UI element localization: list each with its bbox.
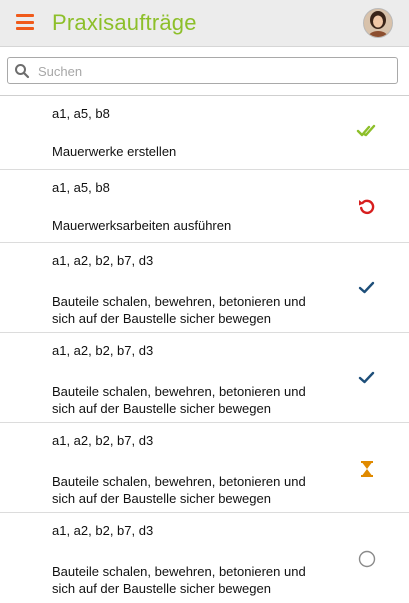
empty-circle-icon	[356, 548, 378, 570]
item-codes: a1, a2, b2, b7, d3	[52, 253, 154, 268]
list-item[interactable]: a1, a2, b2, b7, d3 Bauteile schalen, bew…	[0, 423, 409, 513]
item-codes: a1, a2, b2, b7, d3	[52, 523, 154, 538]
item-codes: a1, a2, b2, b7, d3	[52, 343, 154, 358]
item-codes: a1, a5, b8	[52, 180, 110, 195]
item-title: Bauteile schalen, bewehren, betonieren u…	[52, 384, 306, 416]
item-codes: a1, a5, b8	[52, 106, 110, 121]
item-title: Mauerwerksarbeiten ausführen	[52, 218, 232, 233]
page-title: Praxisaufträge	[52, 10, 197, 35]
app-bar: Praxisaufträge	[0, 0, 409, 47]
user-avatar[interactable]	[363, 8, 393, 38]
check-icon	[356, 367, 378, 389]
item-title: Bauteile schalen, bewehren, betonieren u…	[52, 294, 306, 326]
task-list: a1, a5, b8 Mauerwerke erstellen a1, a5, …	[0, 96, 409, 603]
item-codes: a1, a2, b2, b7, d3	[52, 433, 154, 448]
check-icon	[356, 277, 378, 299]
list-item[interactable]: a1, a2, b2, b7, d3 Bauteile schalen, bew…	[0, 333, 409, 423]
item-title: Mauerwerke erstellen	[52, 144, 177, 159]
item-title: Bauteile schalen, bewehren, betonieren u…	[52, 474, 306, 506]
list-item[interactable]: a1, a2, b2, b7, d3 Bauteile schalen, bew…	[0, 513, 409, 603]
search-box[interactable]	[7, 57, 398, 84]
search-icon	[14, 63, 30, 84]
double-check-icon	[356, 120, 378, 142]
item-title: Bauteile schalen, bewehren, betonieren u…	[52, 564, 306, 596]
hourglass-icon	[356, 458, 378, 480]
list-item[interactable]: a1, a5, b8 Mauerwerke erstellen	[0, 96, 409, 170]
list-item[interactable]: a1, a5, b8 Mauerwerksarbeiten ausführen	[0, 170, 409, 243]
hamburger-menu-icon[interactable]	[16, 14, 34, 30]
search-input[interactable]	[36, 61, 390, 82]
search-bar	[0, 47, 409, 96]
list-item[interactable]: a1, a2, b2, b7, d3 Bauteile schalen, bew…	[0, 243, 409, 333]
redo-icon	[356, 195, 378, 217]
